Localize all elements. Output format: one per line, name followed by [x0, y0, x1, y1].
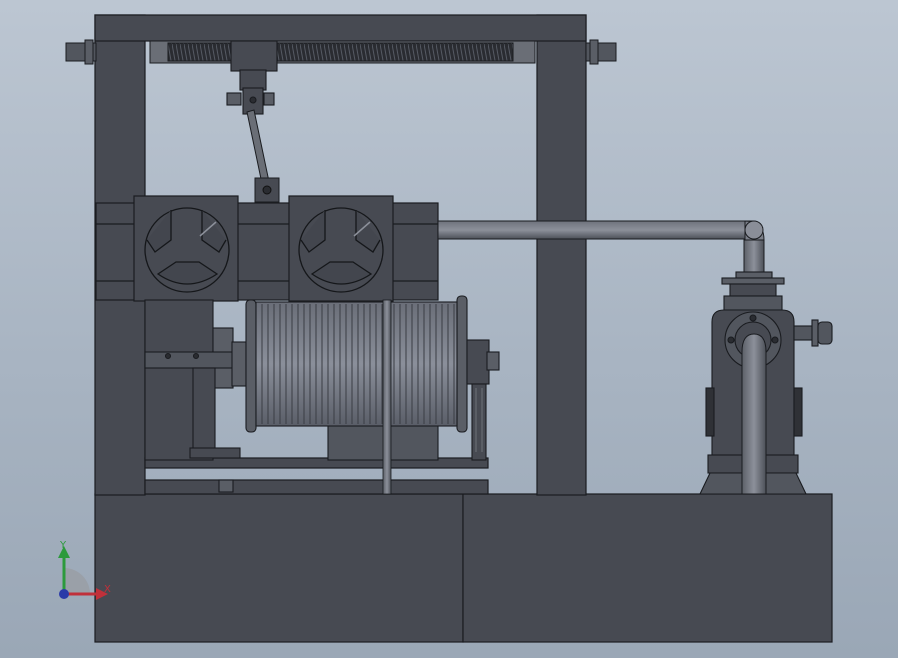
traverse-carriage[interactable] [226, 40, 278, 115]
cable-drum[interactable] [245, 295, 500, 461]
lead-screw-left-collar[interactable] [84, 39, 94, 65]
pulley-box-left[interactable] [133, 195, 239, 302]
carriage-bracket[interactable] [239, 69, 267, 91]
pump-outlet-end[interactable] [817, 321, 833, 345]
triad-y-label: Y [59, 540, 67, 551]
triad-z-dot [59, 589, 69, 599]
pulley-housing[interactable] [95, 195, 439, 302]
frame-top-beam[interactable] [94, 14, 587, 42]
motor-bolt[interactable] [218, 479, 234, 493]
triad-arc [64, 568, 90, 594]
pump-neck-2[interactable] [723, 295, 783, 311]
drum-bearing-post[interactable] [471, 383, 487, 461]
drum-bearing-cap[interactable] [486, 351, 500, 371]
carriage-roller-right[interactable] [263, 92, 275, 106]
carriage-nut[interactable] [230, 40, 278, 72]
drum-flange-right[interactable] [456, 295, 468, 433]
drum-bearing[interactable] [466, 339, 490, 385]
pump-gear-left[interactable] [705, 387, 715, 437]
lead-screw-right-collar[interactable] [589, 39, 599, 65]
drum-flange-left[interactable] [245, 299, 257, 433]
pipe[interactable] [437, 220, 765, 275]
pulley-box-right[interactable] [288, 195, 394, 302]
carriage-roller-left[interactable] [226, 92, 242, 106]
cad-viewport[interactable]: Y X [0, 0, 898, 658]
guide-rod-bracket-hole[interactable] [262, 185, 272, 195]
rope-line[interactable] [382, 299, 392, 495]
motor-mount-plate[interactable] [144, 351, 234, 369]
pump-outlet-flange[interactable] [811, 319, 819, 347]
lead-screw[interactable] [65, 39, 617, 65]
pump-flange-top-2[interactable] [721, 277, 785, 285]
carriage-pin[interactable] [249, 96, 257, 104]
lead-screw-thread[interactable] [167, 42, 514, 62]
frame-inner-sill-lower[interactable] [144, 479, 489, 495]
motor-foot[interactable] [189, 447, 241, 459]
pump-outlet-nozzle[interactable] [793, 325, 815, 341]
pump-gear-right[interactable] [793, 387, 803, 437]
pipe-vertical-upper[interactable] [743, 239, 765, 275]
drum-coupling[interactable] [231, 341, 247, 387]
base[interactable] [94, 493, 833, 643]
rope-guide-rod[interactable] [246, 109, 280, 203]
pump-neck[interactable] [729, 283, 777, 297]
base-left-block[interactable] [94, 493, 464, 643]
pump-suction-pipe[interactable] [741, 333, 767, 495]
pump-flange-top[interactable] [735, 271, 773, 279]
frame-right-post[interactable] [536, 14, 587, 496]
pipe-horizontal[interactable] [437, 220, 755, 240]
triad-x-label: X [104, 584, 111, 595]
base-right-block[interactable] [462, 493, 833, 643]
model-view[interactable]: Y X [0, 0, 898, 658]
motor-support[interactable] [192, 367, 216, 451]
